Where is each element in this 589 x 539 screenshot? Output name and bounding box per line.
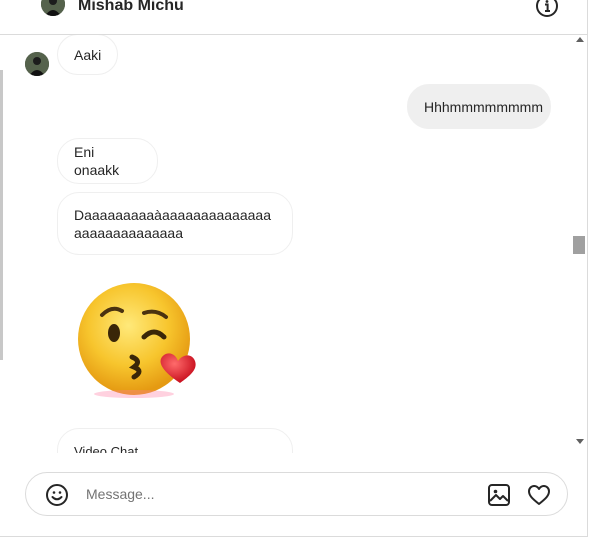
message-text: Hhhmmmmmmmm bbox=[424, 98, 543, 115]
kiss-emoji-sticker[interactable] bbox=[72, 279, 204, 403]
contact-avatar[interactable] bbox=[41, 0, 65, 16]
message-text: Aaki bbox=[74, 46, 102, 63]
message-text: Video Chat bbox=[74, 444, 139, 453]
image-icon[interactable] bbox=[487, 483, 511, 507]
message-bubble-incoming[interactable]: Video Chat bbox=[57, 428, 293, 453]
message-bubble-incoming[interactable]: Eni onaakk bbox=[57, 138, 158, 184]
message-thread[interactable]: Aaki Hhhmmmmmmmm Eni onaakk Daaaaaaaaaàa… bbox=[0, 35, 572, 453]
message-input[interactable] bbox=[86, 483, 466, 505]
scrollbar-thumb[interactable] bbox=[573, 236, 585, 254]
scroll-down-arrow-icon[interactable] bbox=[576, 439, 584, 444]
contact-name[interactable]: Mishab Michu bbox=[78, 0, 184, 15]
chat-header: Mishab Michu bbox=[0, 0, 587, 35]
message-bubble-outgoing[interactable]: Hhhmmmmmmmm bbox=[407, 84, 551, 129]
message-composer bbox=[25, 472, 568, 516]
info-icon[interactable] bbox=[535, 0, 559, 18]
message-bubble-incoming[interactable]: Daaaaaaaaaàaaaaaaaaaaaaaaaaaaaaaaaaaaaa bbox=[57, 192, 293, 255]
thread-scrollbar[interactable] bbox=[572, 35, 587, 453]
scroll-up-arrow-icon[interactable] bbox=[576, 37, 584, 42]
message-text: Daaaaaaaaaàaaaaaaaaaaaaaaaaaaaaaaaaaaaa bbox=[74, 206, 271, 241]
message-text: Eni onaakk bbox=[74, 144, 120, 178]
chat-window: Mishab Michu Aaki Hhhmmmmmmmm Eni onaakk… bbox=[0, 0, 588, 537]
smile-icon[interactable] bbox=[45, 483, 69, 507]
message-bubble-incoming[interactable]: Aaki bbox=[57, 35, 118, 75]
heart-icon[interactable] bbox=[527, 483, 551, 507]
contact-avatar-small[interactable] bbox=[25, 52, 49, 76]
